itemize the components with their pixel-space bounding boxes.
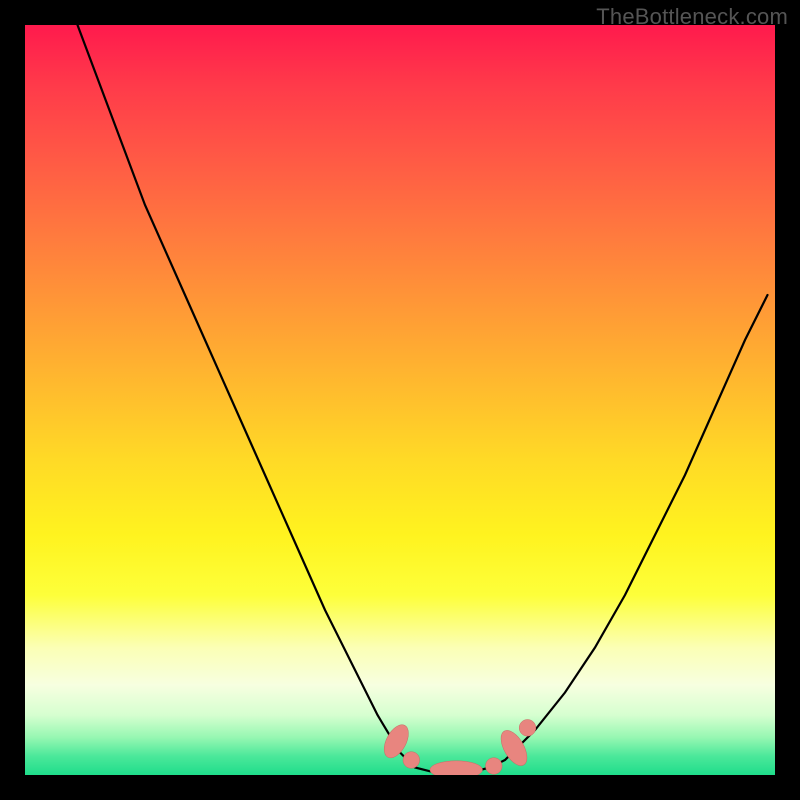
valley-markers <box>379 720 536 776</box>
plot-area <box>25 25 775 775</box>
chart-frame: TheBottleneck.com <box>0 0 800 800</box>
bottleneck-curve <box>78 25 768 773</box>
marker-dot <box>486 758 503 775</box>
marker-pill <box>430 761 483 775</box>
marker-dot <box>403 752 420 769</box>
watermark-text: TheBottleneck.com <box>596 4 788 30</box>
curve-svg <box>25 25 775 775</box>
marker-dot <box>519 720 536 737</box>
